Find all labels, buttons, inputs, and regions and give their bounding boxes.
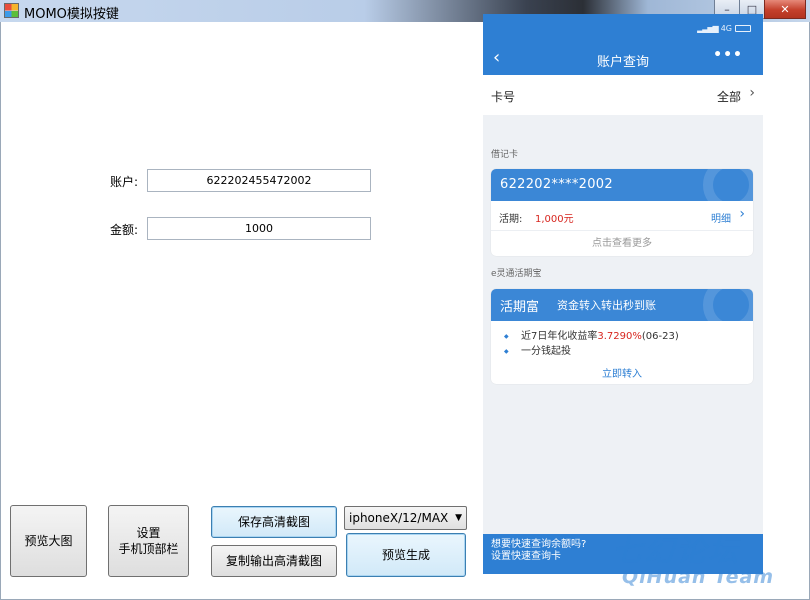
chevron-down-icon: ▼ xyxy=(455,513,462,523)
balance-label: 活期: xyxy=(499,214,523,225)
phone-status-bar: ▂▃▅▆ 4G xyxy=(697,24,751,33)
balance-row: 活期: 1,000元 明细 › xyxy=(491,201,753,231)
close-button[interactable]: ✕ xyxy=(764,0,806,19)
amount-input[interactable]: 1000 xyxy=(147,217,371,240)
copy-hd-screenshot-button[interactable]: 复制输出高清截图 xyxy=(211,545,337,577)
card-watermark-icon xyxy=(703,169,753,201)
phone-header: ▂▃▅▆ 4G ‹ 账户查询 ••• xyxy=(483,14,763,75)
phone-preview: ▂▃▅▆ 4G ‹ 账户查询 ••• 卡号 全部 › 借记卡 622202***… xyxy=(483,14,763,574)
preview-generate-label: 预览生成 xyxy=(381,548,430,562)
transfer-in-link[interactable]: 立即转入 xyxy=(491,359,753,384)
battery-icon xyxy=(735,25,751,32)
feature-yield-date: (06-23) xyxy=(641,331,679,342)
preview-large-button[interactable]: 预览大图 xyxy=(10,505,87,577)
account-input[interactable]: 622202455472002 xyxy=(147,169,371,192)
set-top-bar-label-line1: 设置 xyxy=(136,526,161,540)
debit-card: 622202****2002 活期: 1,000元 明细 › 点击查看更多 xyxy=(491,169,753,256)
product-card-header: 活期富 资金转入转出秒到账 xyxy=(491,289,753,321)
debit-card-header: 622202****2002 xyxy=(491,169,753,201)
amount-label: 金额: xyxy=(110,223,139,237)
account-label: 账户: xyxy=(110,175,139,189)
signal-icon: ▂▃▅▆ xyxy=(697,24,719,33)
product-subtitle: 资金转入转出秒到账 xyxy=(557,299,656,312)
banner-line2: 设置快速查询卡 xyxy=(491,551,561,562)
feature-yield-rate: 3.7290% xyxy=(597,331,642,342)
set-phone-top-bar-button[interactable]: 设置 手机顶部栏 xyxy=(108,505,189,577)
network-type: 4G xyxy=(720,24,732,33)
product-title: 活期富 xyxy=(500,300,540,315)
save-hd-label: 保存高清截图 xyxy=(237,515,310,529)
card-filter-row[interactable]: 卡号 全部 › xyxy=(483,75,763,115)
window-title: MOMO模拟按键 xyxy=(24,7,119,22)
feature-min-invest: 一分钱起投 xyxy=(504,344,753,359)
card-number: 622202****2002 xyxy=(500,177,613,192)
banner-line1: 想要快速查询余额吗? xyxy=(491,539,587,550)
quick-query-banner[interactable]: 想要快速查询余额吗? 设置快速查询卡 xyxy=(483,534,763,574)
chevron-right-icon: › xyxy=(749,85,755,101)
copy-hd-label: 复制输出高清截图 xyxy=(225,554,322,568)
device-model-value: iphoneX/12/MAX xyxy=(349,511,449,525)
more-icon[interactable]: ••• xyxy=(713,47,743,63)
chevron-right-icon: › xyxy=(739,206,745,222)
product-section-label: e灵通活期宝 xyxy=(491,269,542,279)
device-model-select[interactable]: iphoneX/12/MAX ▼ xyxy=(344,506,467,530)
product-features: 近7日年化收益率3.7290%(06-23) 一分钱起投 xyxy=(491,321,753,359)
feature-yield-prefix: 近7日年化收益率 xyxy=(521,331,598,342)
card-row-label: 卡号 xyxy=(491,90,516,104)
debit-section-label: 借记卡 xyxy=(491,150,519,160)
detail-link[interactable]: 明细 xyxy=(711,210,731,225)
product-card: 活期富 资金转入转出秒到账 近7日年化收益率3.7290%(06-23) 一分钱… xyxy=(491,289,753,384)
card-watermark-icon xyxy=(703,289,753,321)
app-icon xyxy=(4,3,19,18)
feature-yield: 近7日年化收益率3.7290%(06-23) xyxy=(504,329,753,344)
card-row-value: 全部 xyxy=(716,90,741,104)
save-hd-screenshot-button[interactable]: 保存高清截图 xyxy=(211,506,337,538)
preview-large-label: 预览大图 xyxy=(24,534,73,548)
set-top-bar-label-line2: 手机顶部栏 xyxy=(118,542,179,556)
view-more-link[interactable]: 点击查看更多 xyxy=(491,231,753,256)
balance-value: 1,000元 xyxy=(535,214,574,225)
preview-generate-button[interactable]: 预览生成 xyxy=(346,533,466,577)
